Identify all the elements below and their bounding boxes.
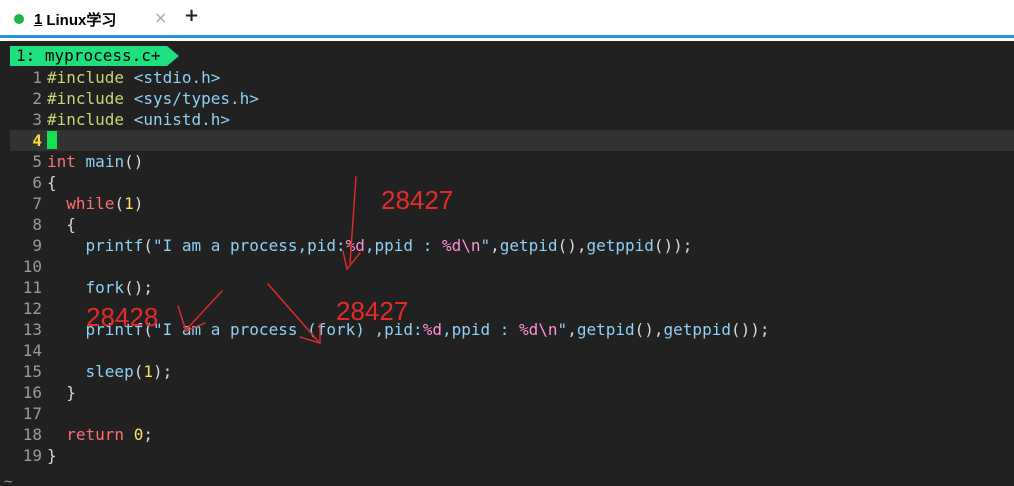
annotation-pid: 28427	[381, 185, 454, 215]
arrow-stroke	[349, 176, 357, 264]
tab-linux[interactable]: 1 Linux学习 ×	[8, 3, 167, 35]
new-tab-button[interactable]: +	[184, 5, 199, 26]
tab-label: Linux学习	[46, 11, 117, 29]
close-icon[interactable]: ×	[154, 8, 167, 27]
arrow-stroke	[184, 290, 223, 332]
handwritten-arrows	[177, 176, 361, 344]
arrowhead-stroke	[342, 250, 361, 271]
arrowhead-stroke	[177, 305, 206, 332]
annotation-pid: 28428	[86, 302, 159, 332]
tab-bar: 1 Linux学习 × +	[0, 0, 1014, 38]
status-dot-icon	[14, 14, 24, 24]
tab-number: 1	[34, 10, 43, 28]
arrow-stroke	[267, 283, 319, 342]
annotation-pid: 28427	[336, 296, 409, 326]
terminal-area[interactable]: 1: myprocess.c+ 1 #include <stdio.h> 2 #inc…	[0, 41, 1014, 486]
